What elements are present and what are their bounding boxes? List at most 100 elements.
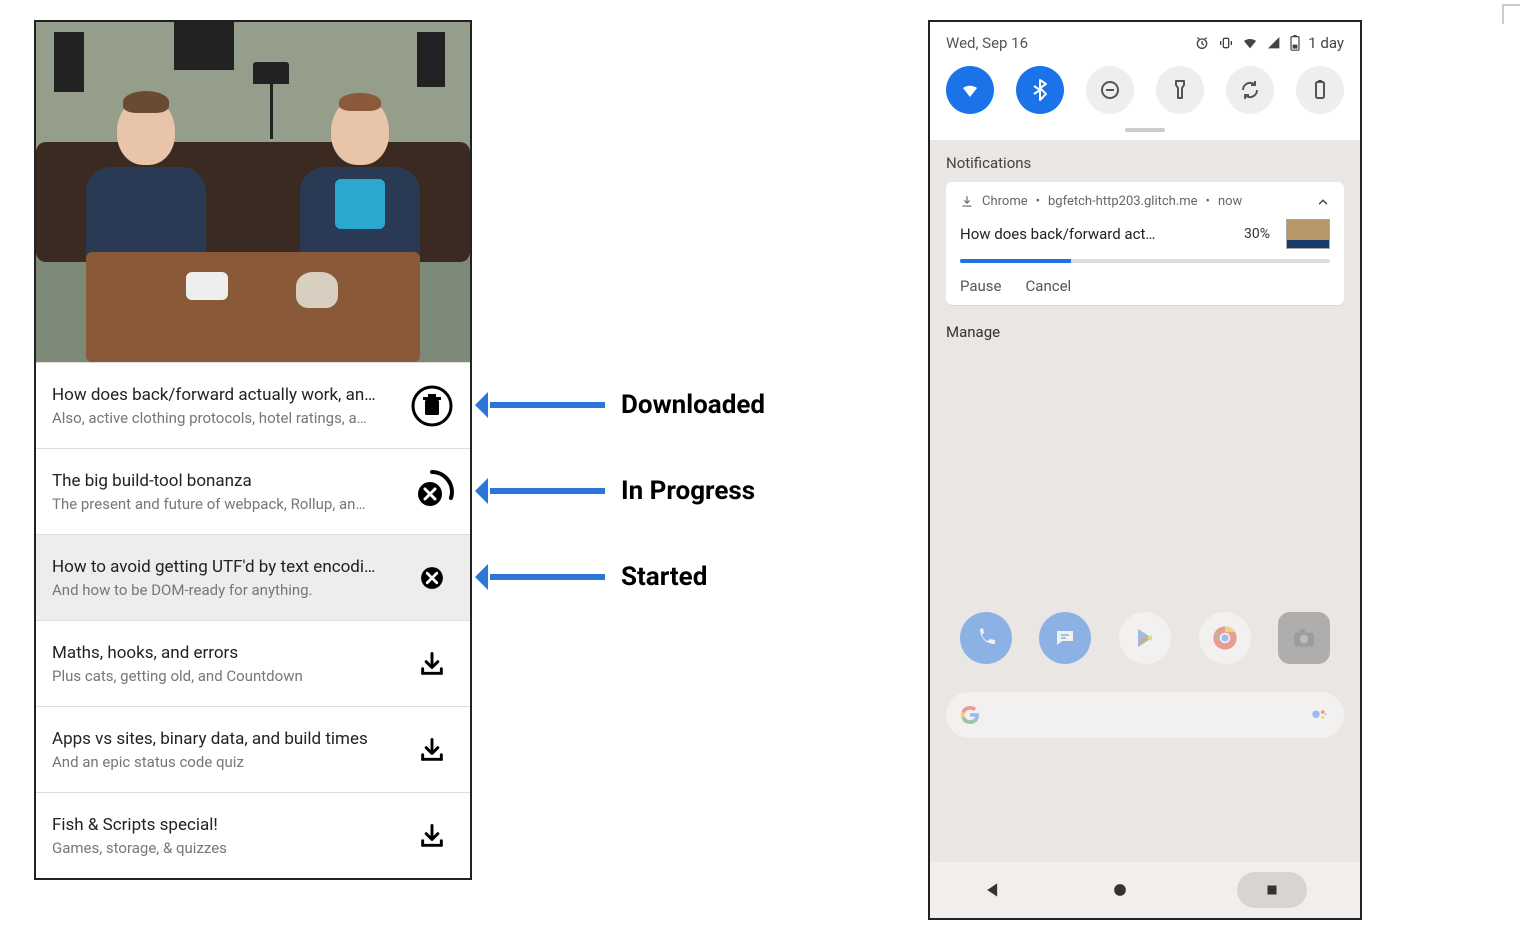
episode-title: How to avoid getting UTF'd by text encod… <box>52 557 400 577</box>
status-icons: 1 day <box>1194 34 1344 52</box>
vibrate-icon <box>1218 35 1234 51</box>
wifi-icon <box>1242 35 1258 51</box>
signal-icon <box>1266 35 1282 51</box>
assistant-icon <box>1310 706 1328 724</box>
cancel-action[interactable]: Cancel <box>1026 277 1072 295</box>
episode-row[interactable]: Fish & Scripts special! Games, storage, … <box>36 792 470 878</box>
episode-row[interactable]: How to avoid getting UTF'd by text encod… <box>36 534 470 620</box>
camera-app-icon[interactable] <box>1278 612 1330 664</box>
back-triangle-icon <box>983 880 1003 900</box>
messages-app-icon[interactable] <box>1039 612 1091 664</box>
panel-drag-handle[interactable] <box>1125 128 1165 132</box>
phone-icon <box>974 626 998 650</box>
annotation-started: Started <box>490 562 707 592</box>
manage-notifications[interactable]: Manage <box>930 305 1360 359</box>
battery-icon <box>1290 35 1300 51</box>
flashlight-toggle[interactable] <box>1156 66 1204 114</box>
home-background <box>930 422 1360 862</box>
trash-circle-icon <box>410 384 454 428</box>
bluetooth-icon <box>1028 78 1052 102</box>
episode-subtitle: Games, storage, & quizzes <box>52 839 400 857</box>
phone-frame: Wed, Sep 16 1 day <box>928 20 1362 920</box>
flashlight-icon <box>1168 78 1192 102</box>
battery-text: 1 day <box>1308 34 1344 52</box>
cancel-icon <box>417 563 447 593</box>
chrome-icon <box>1211 624 1239 652</box>
battery-icon <box>1308 78 1332 102</box>
cancel-download-button[interactable] <box>410 470 454 514</box>
notification-source: bgfetch-http203.glitch.me <box>1048 194 1198 209</box>
play-icon <box>1133 626 1157 650</box>
nav-recent[interactable] <box>1237 872 1307 908</box>
notification-title: How does back/forward act… <box>960 225 1234 243</box>
camera-icon <box>1291 625 1317 651</box>
dnd-icon <box>1098 78 1122 102</box>
rotate-icon <box>1238 78 1262 102</box>
google-g-icon <box>958 703 982 727</box>
nav-back[interactable] <box>983 880 1003 900</box>
notification-app: Chrome <box>982 194 1028 209</box>
episode-title: Maths, hooks, and errors <box>52 643 400 663</box>
progress-bar <box>960 259 1330 263</box>
progress-fill <box>960 259 1071 263</box>
notification-thumbnail <box>1286 219 1330 249</box>
notifications-heading: Notifications <box>946 154 1344 172</box>
status-date: Wed, Sep 16 <box>946 34 1028 52</box>
episode-title: The big build-tool bonanza <box>52 471 400 491</box>
episode-subtitle: The present and future of webpack, Rollu… <box>52 495 400 513</box>
annotation-label: In Progress <box>621 476 755 506</box>
notification-time: now <box>1218 194 1242 209</box>
phone-app-icon[interactable] <box>960 612 1012 664</box>
wifi-icon <box>958 78 982 102</box>
download-icon <box>418 650 446 678</box>
episode-title: Apps vs sites, binary data, and build ti… <box>52 729 400 749</box>
chevron-up-icon[interactable] <box>1316 195 1330 209</box>
recent-square-icon <box>1263 881 1281 899</box>
chrome-app-icon[interactable] <box>1199 612 1251 664</box>
notifications-area: Notifications Chrome • bgfetch-http203.g… <box>930 140 1360 305</box>
navigation-bar <box>930 862 1360 918</box>
nav-home[interactable] <box>1110 880 1130 900</box>
episode-title: Fish & Scripts special! <box>52 815 400 835</box>
episode-subtitle: And how to be DOM-ready for anything. <box>52 581 400 599</box>
rotation-toggle[interactable] <box>1226 66 1274 114</box>
episode-subtitle: Plus cats, getting old, and Countdown <box>52 667 400 685</box>
episode-row[interactable]: How does back/forward actually work, an…… <box>36 362 470 448</box>
annotation-in-progress: In Progress <box>490 476 755 506</box>
quick-settings-panel: Wed, Sep 16 1 day <box>930 22 1360 140</box>
wifi-toggle[interactable] <box>946 66 994 114</box>
alarm-icon <box>1194 35 1210 51</box>
download-button[interactable] <box>410 728 454 772</box>
play-store-app-icon[interactable] <box>1119 612 1171 664</box>
google-search-bar[interactable] <box>946 692 1344 738</box>
download-button[interactable] <box>410 642 454 686</box>
arrow-icon <box>490 402 605 408</box>
dnd-toggle[interactable] <box>1086 66 1134 114</box>
notification-percent: 30% <box>1244 226 1270 242</box>
pause-action[interactable]: Pause <box>960 277 1002 295</box>
download-button[interactable] <box>410 814 454 858</box>
chat-icon <box>1053 626 1077 650</box>
download-icon <box>418 736 446 764</box>
annotation-downloaded: Downloaded <box>490 390 765 420</box>
notification-card[interactable]: Chrome • bgfetch-http203.glitch.me • now… <box>946 182 1344 305</box>
bluetooth-toggle[interactable] <box>1016 66 1064 114</box>
delete-button[interactable] <box>410 384 454 428</box>
page-corner-marker <box>1502 4 1520 24</box>
app-panel: How does back/forward actually work, an…… <box>34 20 472 880</box>
download-icon <box>960 195 974 209</box>
episode-subtitle: And an epic status code quiz <box>52 753 400 771</box>
annotation-label: Downloaded <box>621 390 765 420</box>
arrow-icon <box>490 488 605 494</box>
episode-row[interactable]: Maths, hooks, and errors Plus cats, gett… <box>36 620 470 706</box>
battery-saver-toggle[interactable] <box>1296 66 1344 114</box>
episode-row[interactable]: The big build-tool bonanza The present a… <box>36 448 470 534</box>
episode-subtitle: Also, active clothing protocols, hotel r… <box>52 409 400 427</box>
download-icon <box>418 822 446 850</box>
home-circle-icon <box>1110 880 1130 900</box>
arrow-icon <box>490 574 605 580</box>
episode-title: How does back/forward actually work, an… <box>52 385 400 405</box>
cancel-download-button[interactable] <box>410 556 454 600</box>
episode-row[interactable]: Apps vs sites, binary data, and build ti… <box>36 706 470 792</box>
hero-image <box>36 22 470 362</box>
